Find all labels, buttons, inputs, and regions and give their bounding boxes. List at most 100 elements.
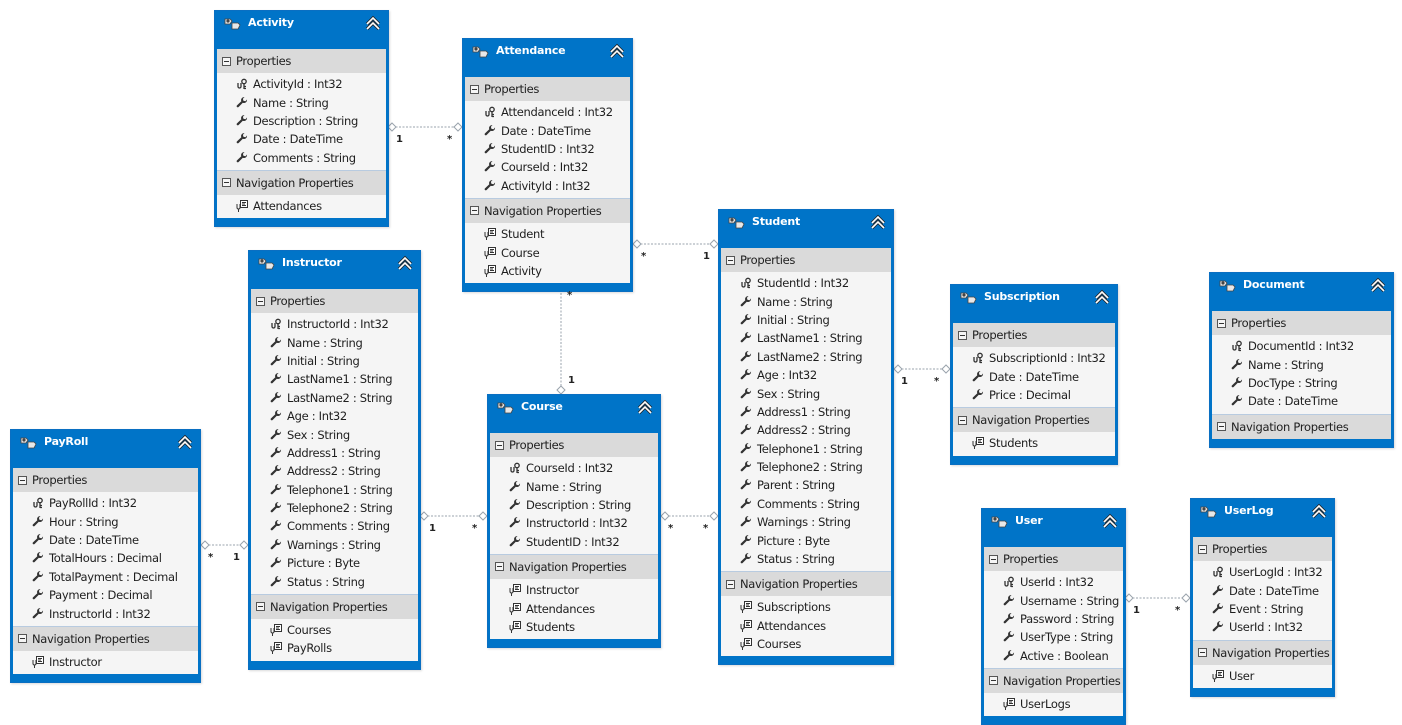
property-row[interactable]: Comments : String (251, 517, 418, 535)
property-row[interactable]: Telephone2 : String (721, 458, 891, 476)
property-row[interactable]: Address2 : String (251, 462, 418, 480)
property-row[interactable]: Date : DateTime (1193, 581, 1332, 599)
navigation-section-header[interactable]: Navigation Properties (1212, 413, 1391, 439)
entity-header[interactable]: PayRoll (11, 430, 200, 468)
key-property-row[interactable]: StudentId : Int32 (721, 274, 891, 292)
property-row[interactable]: Name : String (490, 477, 658, 495)
property-row[interactable]: Sex : String (721, 384, 891, 402)
properties-section-header[interactable]: Properties (984, 547, 1123, 571)
property-row[interactable]: Comments : String (721, 495, 891, 513)
property-row[interactable]: Price : Decimal (953, 386, 1115, 404)
navigation-section-header[interactable]: Navigation Properties (953, 407, 1115, 433)
entity-student[interactable]: Student Properties StudentId : Int32 Name :… (718, 209, 894, 666)
entity-userlog[interactable]: UserLog Properties UserLogId : Int32 Date :… (1190, 498, 1335, 697)
property-row[interactable]: UserType : String (984, 628, 1123, 646)
property-row[interactable]: Telephone1 : String (251, 481, 418, 499)
properties-section-header[interactable]: Properties (465, 77, 630, 101)
property-row[interactable]: Parent : String (721, 476, 891, 494)
property-row[interactable]: Sex : String (251, 425, 418, 443)
entity-instructor[interactable]: Instructor Properties InstructorId : Int32… (248, 250, 421, 670)
entity-header[interactable]: UserLog (1191, 499, 1334, 537)
property-row[interactable]: Hour : String (13, 512, 198, 530)
collapse-section-icon[interactable] (256, 602, 265, 612)
entity-header[interactable]: Attendance (463, 39, 632, 77)
properties-section-header[interactable]: Properties (1193, 537, 1332, 561)
properties-section-header[interactable]: Properties (953, 323, 1115, 347)
entity-payroll[interactable]: PayRoll Properties PayRollId : Int32 Hour :… (10, 429, 201, 684)
property-row[interactable]: Name : String (251, 333, 418, 351)
navigation-property-row[interactable]: Attendances (721, 617, 891, 635)
entity-header[interactable]: Course (488, 395, 660, 433)
diagram-canvas[interactable]: Activity Properties ActivityId : Int32 Name… (0, 0, 1402, 725)
collapse-chevrons-icon[interactable] (1101, 512, 1119, 530)
property-row[interactable]: Address1 : String (251, 444, 418, 462)
navigation-property-row[interactable]: Attendances (217, 197, 386, 215)
collapse-chevrons-icon[interactable] (608, 42, 626, 60)
key-property-row[interactable]: UserLogId : Int32 (1193, 563, 1332, 581)
property-row[interactable]: Date : DateTime (217, 130, 386, 148)
entity-header[interactable]: Activity (215, 11, 388, 49)
property-row[interactable]: Date : DateTime (465, 121, 630, 139)
navigation-section-header[interactable]: Navigation Properties (490, 553, 658, 579)
property-row[interactable]: LastName1 : String (251, 370, 418, 388)
property-row[interactable]: TotalPayment : Decimal (13, 568, 198, 586)
collapse-chevrons-icon[interactable] (1310, 502, 1328, 520)
property-row[interactable]: InstructorId : Int32 (490, 514, 658, 532)
key-property-row[interactable]: DocumentId : Int32 (1212, 337, 1391, 355)
collapse-section-icon[interactable] (1198, 544, 1207, 554)
property-row[interactable]: Date : DateTime (13, 531, 198, 549)
navigation-property-row[interactable]: PayRolls (251, 639, 418, 657)
key-property-row[interactable]: AttendanceId : Int32 (465, 103, 630, 121)
property-row[interactable]: InstructorId : Int32 (13, 604, 198, 622)
property-row[interactable]: Telephone2 : String (251, 499, 418, 517)
properties-section-header[interactable]: Properties (490, 433, 658, 457)
entity-document[interactable]: Document Properties DocumentId : Int32 Name… (1209, 272, 1394, 448)
properties-section-header[interactable]: Properties (251, 289, 418, 313)
property-row[interactable]: Telephone1 : String (721, 440, 891, 458)
navigation-section-header[interactable]: Navigation Properties (217, 169, 386, 195)
property-row[interactable]: Password : String (984, 610, 1123, 628)
property-row[interactable]: LastName1 : String (721, 329, 891, 347)
navigation-section-header[interactable]: Navigation Properties (251, 593, 418, 619)
collapse-chevrons-icon[interactable] (636, 398, 654, 416)
collapse-section-icon[interactable] (18, 634, 27, 644)
navigation-section-header[interactable]: Navigation Properties (465, 197, 630, 223)
property-row[interactable]: UserId : Int32 (1193, 618, 1332, 636)
property-row[interactable]: Picture : Byte (721, 531, 891, 549)
property-row[interactable]: Name : String (721, 292, 891, 310)
navigation-property-row[interactable]: Subscriptions (721, 598, 891, 616)
property-row[interactable]: Comments : String (217, 149, 386, 167)
property-row[interactable]: Address2 : String (721, 421, 891, 439)
key-property-row[interactable]: ActivityId : Int32 (217, 75, 386, 93)
property-row[interactable]: Active : Boolean (984, 647, 1123, 665)
navigation-section-header[interactable]: Navigation Properties (1193, 639, 1332, 665)
property-row[interactable]: TotalHours : Decimal (13, 549, 198, 567)
collapse-section-icon[interactable] (1217, 422, 1226, 432)
navigation-section-header[interactable]: Navigation Properties (984, 667, 1123, 693)
navigation-property-row[interactable]: Attendances (490, 599, 658, 617)
property-row[interactable]: Status : String (251, 572, 418, 590)
collapse-section-icon[interactable] (1198, 648, 1207, 658)
collapse-section-icon[interactable] (1217, 318, 1226, 328)
collapse-section-icon[interactable] (726, 579, 735, 589)
property-row[interactable]: DocType : String (1212, 374, 1391, 392)
navigation-property-row[interactable]: Courses (251, 621, 418, 639)
property-row[interactable]: Address1 : String (721, 403, 891, 421)
property-row[interactable]: Date : DateTime (1212, 392, 1391, 410)
navigation-property-row[interactable]: Instructor (490, 581, 658, 599)
property-row[interactable]: StudentID : Int32 (465, 140, 630, 158)
property-row[interactable]: Payment : Decimal (13, 586, 198, 604)
key-property-row[interactable]: PayRollId : Int32 (13, 494, 198, 512)
navigation-section-header[interactable]: Navigation Properties (13, 625, 198, 651)
property-row[interactable]: Name : String (1212, 355, 1391, 373)
collapse-section-icon[interactable] (495, 440, 504, 450)
key-property-row[interactable]: InstructorId : Int32 (251, 315, 418, 333)
collapse-section-icon[interactable] (726, 255, 735, 265)
navigation-property-row[interactable]: Activity (465, 262, 630, 280)
collapse-section-icon[interactable] (470, 206, 479, 216)
navigation-property-row[interactable]: Student (465, 225, 630, 243)
collapse-section-icon[interactable] (495, 562, 504, 572)
property-row[interactable]: LastName2 : String (251, 389, 418, 407)
entity-subscription[interactable]: Subscription Properties SubscriptionId : I… (950, 284, 1118, 465)
property-row[interactable]: Warnings : String (721, 513, 891, 531)
